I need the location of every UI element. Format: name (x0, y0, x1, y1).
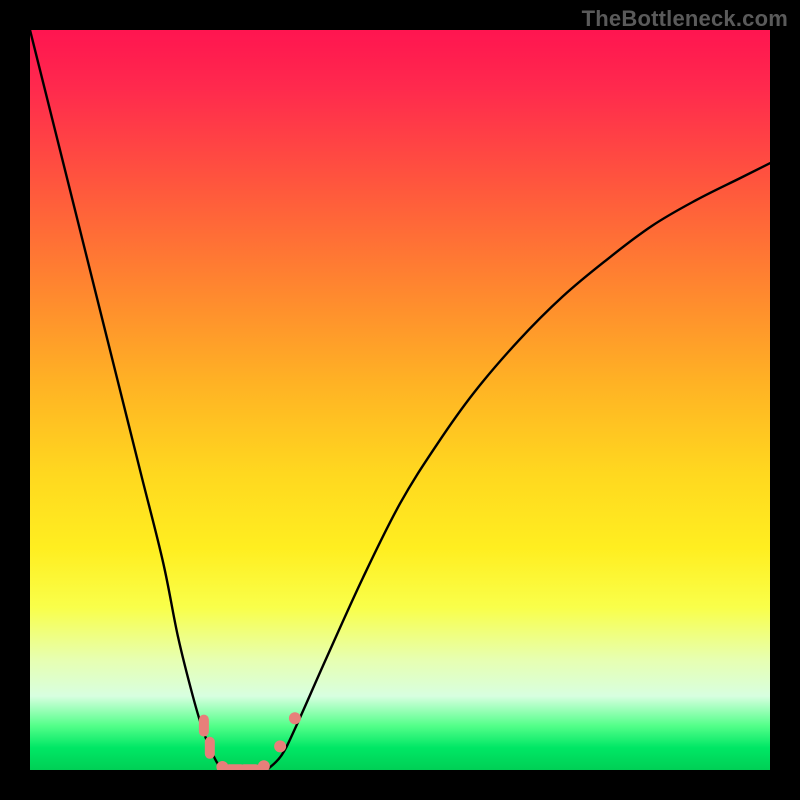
curve-markers (199, 712, 301, 770)
marker-capsule (199, 715, 209, 737)
marker-capsule (239, 764, 261, 770)
marker-dot (258, 760, 270, 770)
marker-dot (274, 740, 286, 752)
plot-area (30, 30, 770, 770)
marker-capsule (205, 737, 215, 759)
chart-frame: TheBottleneck.com (0, 0, 800, 800)
curve-left-branch (30, 30, 222, 770)
bottleneck-curve (30, 30, 770, 770)
curve-right-branch (267, 163, 770, 770)
marker-dot (289, 712, 301, 724)
watermark-text: TheBottleneck.com (582, 6, 788, 32)
